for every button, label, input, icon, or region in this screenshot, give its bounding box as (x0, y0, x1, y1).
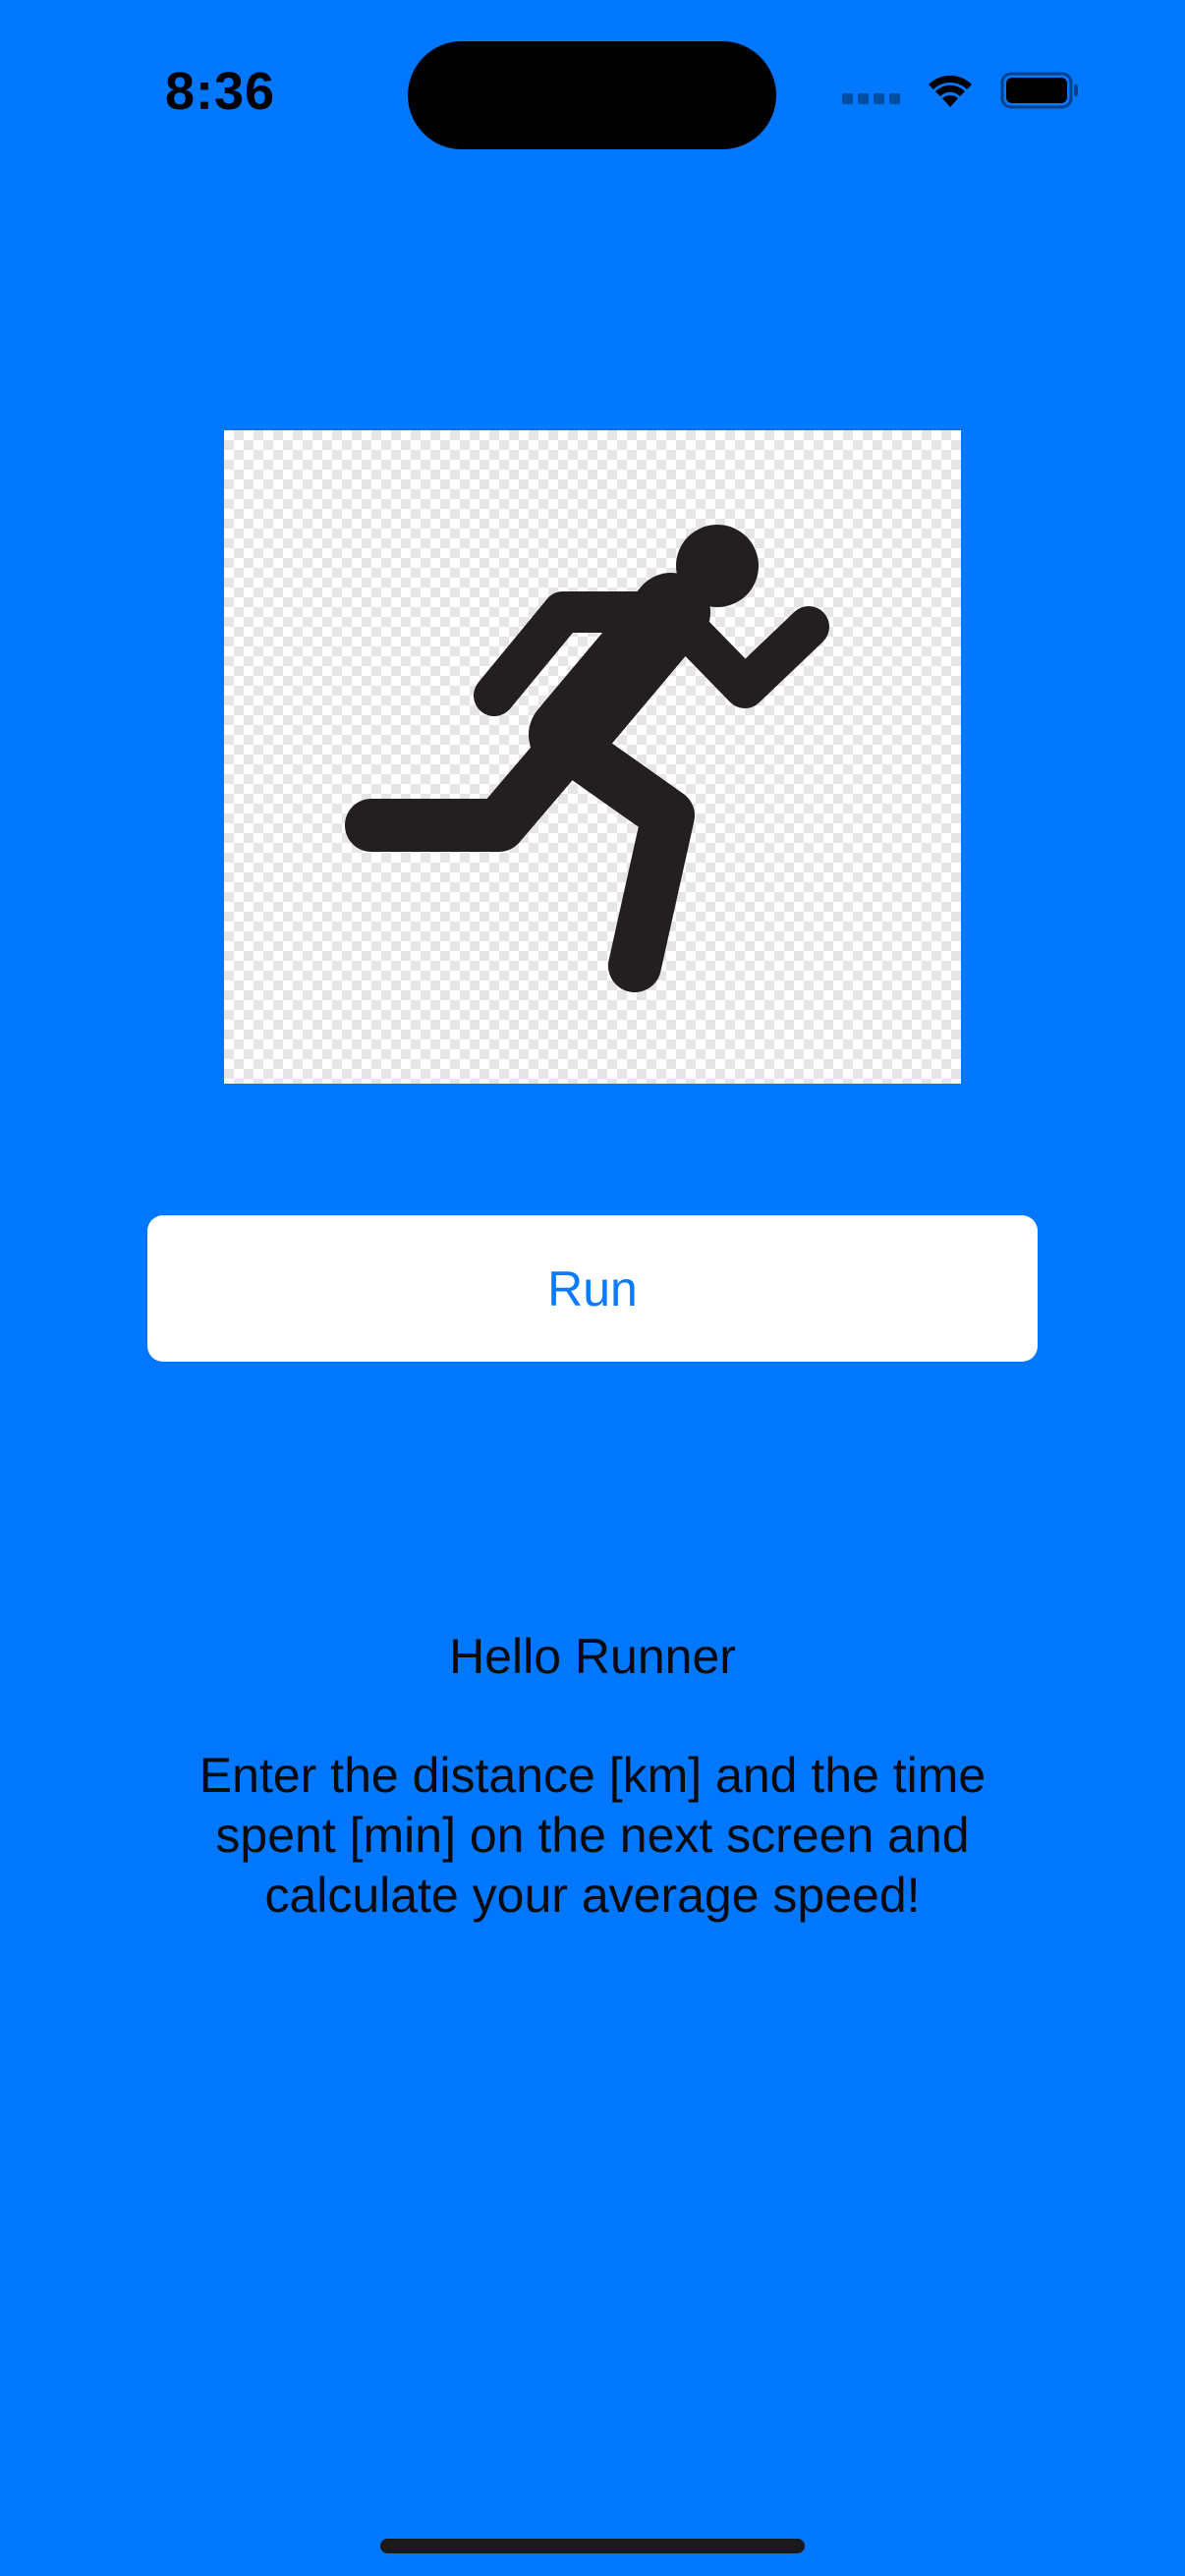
status-bar: 8:36 (0, 0, 1185, 187)
status-icons (842, 71, 1079, 110)
wifi-icon (926, 72, 975, 109)
status-time: 8:36 (165, 62, 276, 121)
run-button[interactable]: Run (147, 1215, 1038, 1362)
hero-image (224, 430, 961, 1084)
running-person-icon (345, 525, 829, 992)
home-indicator[interactable] (380, 2539, 805, 2553)
cellular-signal-icon (842, 92, 900, 104)
battery-icon (1000, 71, 1079, 110)
greeting-text: Hello Runner (449, 1629, 736, 1684)
dynamic-island (408, 41, 776, 149)
instructions-text: Enter the distance [km] and the time spe… (198, 1748, 987, 1923)
